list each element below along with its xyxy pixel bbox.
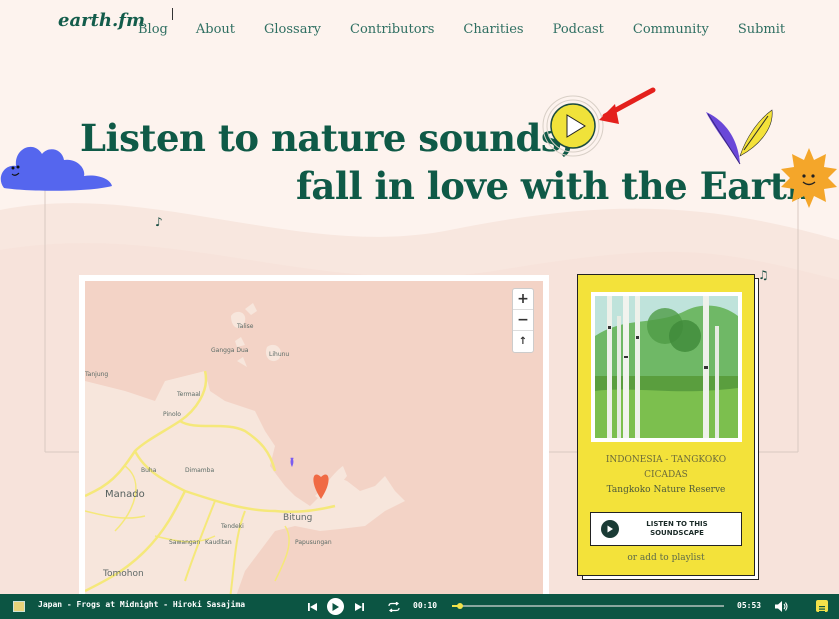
map-label: Papusungan: [295, 539, 332, 546]
map-label: Sawangan: [169, 539, 201, 546]
leaf-icon: [706, 109, 773, 165]
sun-icon: [781, 148, 837, 208]
play-icon: [601, 520, 619, 538]
map-label: Buha: [141, 467, 157, 474]
map-label: Lihunu: [269, 351, 290, 358]
music-note-icon: ♫: [758, 268, 769, 282]
nav-item-podcast[interactable]: Podcast: [553, 22, 604, 37]
nav-item-submit[interactable]: Submit: [738, 22, 785, 37]
map[interactable]: Talise Gangga Dua Lihunu Tanjung Termaal…: [85, 281, 543, 599]
listen-button[interactable]: LISTEN TO THIS SOUNDSCAPE: [590, 512, 742, 546]
soundscape-card: INDONESIA - TANGKOKO CICADAS Tangkoko Na…: [577, 274, 755, 576]
previous-icon[interactable]: [305, 599, 320, 614]
volume-icon[interactable]: [774, 599, 789, 614]
nav-item-blog[interactable]: Blog: [138, 22, 168, 37]
map-label: Tendeki: [221, 523, 244, 530]
arrow-icon: [599, 87, 656, 124]
map-label: Tomohon: [103, 569, 144, 579]
nav-item-glossary[interactable]: Glossary: [264, 22, 321, 37]
map-label: Bitung: [283, 513, 313, 523]
map-label: Manado: [105, 489, 145, 500]
track-title: Japan - Frogs at Midnight - Hiroki Sasaj…: [38, 600, 246, 609]
card-title: INDONESIA - TANGKOKO CICADAS: [605, 455, 727, 480]
cloud-icon: [0, 146, 112, 191]
logo[interactable]: earth.fm: [58, 10, 145, 31]
music-note-icon: ♪: [155, 215, 163, 229]
nav-item-charities[interactable]: Charities: [463, 22, 523, 37]
map-frame: Talise Gangga Dua Lihunu Tanjung Termaal…: [79, 275, 549, 605]
map-label: Dimamba: [185, 467, 215, 474]
map-label: Gangga Dua: [211, 347, 249, 354]
player-bar: Japan - Frogs at Midnight - Hiroki Sasaj…: [0, 594, 839, 619]
nav-item-about[interactable]: About: [196, 22, 235, 37]
next-icon[interactable]: [352, 599, 367, 614]
map-label: Talise: [237, 323, 254, 330]
zoom-out-button[interactable]: −: [513, 310, 533, 331]
map-label: Tanjung: [85, 371, 109, 378]
current-time: 00:10: [413, 601, 438, 610]
map-land: [85, 281, 543, 599]
zoom-in-button[interactable]: +: [513, 289, 533, 310]
map-label: Termaal: [177, 391, 201, 398]
map-label: Pinolo: [163, 411, 181, 418]
add-to-playlist-link[interactable]: or add to playlist: [578, 553, 754, 563]
card-subtitle: Tangkoko Nature Reserve: [606, 485, 726, 495]
nav-item-contributors[interactable]: Contributors: [350, 22, 434, 37]
track-thumbnail[interactable]: [13, 601, 25, 612]
map-label: Kauditan: [205, 539, 232, 546]
play-pause-button[interactable]: [327, 598, 344, 615]
soundscape-image[interactable]: [591, 292, 742, 442]
nav-divider: [172, 8, 173, 20]
nav-item-community[interactable]: Community: [633, 22, 709, 37]
main-nav: Blog About Glossary Contributors Chariti…: [138, 22, 785, 37]
map-zoom-controls: + − ↑: [512, 288, 534, 353]
compass-button[interactable]: ↑: [513, 331, 533, 352]
repeat-icon[interactable]: [386, 599, 401, 614]
hero-line-1: Listen to nature sounds,: [80, 116, 574, 160]
listen-button-label: LISTEN TO THIS SOUNDSCAPE: [646, 520, 708, 537]
progress-bar[interactable]: [452, 603, 724, 609]
queue-icon[interactable]: [816, 600, 828, 613]
duration: 05:53: [737, 601, 762, 610]
progress-knob[interactable]: [457, 603, 464, 609]
